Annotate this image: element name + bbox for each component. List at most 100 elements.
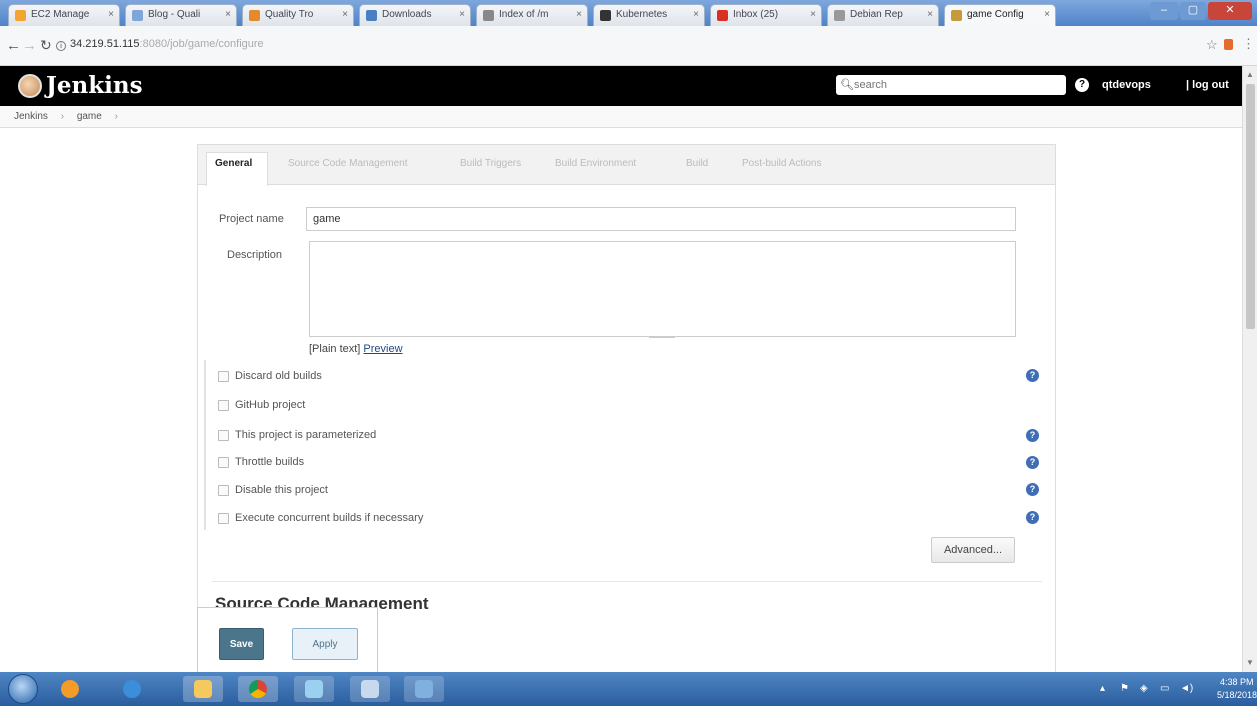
breadcrumb: Jenkins › game › bbox=[0, 106, 1257, 128]
minimize-button[interactable]: ‒ bbox=[1150, 2, 1178, 20]
url-host: 34.219.51.115 bbox=[70, 38, 140, 50]
browser-tab[interactable]: Downloads × bbox=[359, 4, 471, 26]
config-panel: General Source Code Management Build Tri… bbox=[197, 144, 1056, 672]
tab-close-icon[interactable]: × bbox=[576, 9, 582, 20]
help-icon[interactable]: ? bbox=[1075, 78, 1089, 92]
forward-icon[interactable]: → bbox=[22, 37, 37, 54]
search-input[interactable] bbox=[854, 77, 1059, 93]
description-textarea[interactable] bbox=[309, 241, 1016, 337]
discard-old-builds-checkbox[interactable] bbox=[218, 371, 229, 382]
throttle-builds-label: Throttle builds bbox=[235, 456, 305, 468]
browser-tab[interactable]: Kubernetes × bbox=[593, 4, 705, 26]
kebab-menu-icon[interactable]: ⋮ bbox=[1242, 36, 1255, 52]
tab-label: Debian Rep bbox=[850, 9, 903, 20]
browser-tab[interactable]: Quality Tro × bbox=[242, 4, 354, 26]
tab-build[interactable]: Build bbox=[686, 158, 708, 169]
github-project-checkbox[interactable] bbox=[218, 400, 229, 411]
tray-flag-icon[interactable]: ⚑ bbox=[1120, 683, 1129, 694]
tab-build-triggers[interactable]: Build Triggers bbox=[460, 158, 521, 169]
scroll-thumb[interactable] bbox=[1246, 84, 1255, 329]
tab-close-icon[interactable]: × bbox=[225, 9, 231, 20]
tray-volume-icon[interactable]: ◄) bbox=[1180, 683, 1193, 694]
breadcrumb-sep-icon: › bbox=[114, 111, 118, 122]
paint-icon[interactable] bbox=[294, 676, 334, 702]
parameterized-help-icon[interactable]: ? bbox=[1026, 429, 1039, 442]
page-scrollbar[interactable]: ▲ ▼ bbox=[1242, 66, 1257, 672]
tray-arrow-icon[interactable]: ▴ bbox=[1100, 683, 1105, 694]
options-border bbox=[204, 360, 206, 530]
tab-close-icon[interactable]: × bbox=[927, 9, 933, 20]
concurrent-builds-help-icon[interactable]: ? bbox=[1026, 511, 1039, 524]
parameterized-checkbox[interactable] bbox=[218, 430, 229, 441]
tab-close-icon[interactable]: × bbox=[810, 9, 816, 20]
search-box: 🔍︎ bbox=[836, 75, 1066, 95]
tray-security-icon[interactable]: ◈ bbox=[1140, 683, 1148, 694]
tab-close-icon[interactable]: × bbox=[342, 9, 348, 20]
tab-label: Index of /m bbox=[499, 9, 549, 20]
back-icon[interactable]: ← bbox=[6, 37, 21, 54]
tab-build-environment[interactable]: Build Environment bbox=[555, 158, 636, 169]
browser-tab[interactable]: Blog - Quali × bbox=[125, 4, 237, 26]
internet-explorer-icon[interactable] bbox=[112, 676, 152, 702]
tab-close-icon[interactable]: × bbox=[459, 9, 465, 20]
tab-post-build-actions[interactable]: Post-build Actions bbox=[742, 158, 822, 169]
maximize-button[interactable]: ▢ bbox=[1180, 2, 1206, 20]
browser-tab[interactable]: Inbox (25) × bbox=[710, 4, 822, 26]
jenkins-header: Jenkins 🔍︎ ? qtdevops | log out bbox=[0, 66, 1257, 106]
user-link[interactable]: qtdevops bbox=[1102, 79, 1151, 91]
advanced-button[interactable]: Advanced... bbox=[931, 537, 1015, 563]
apply-button[interactable]: Apply bbox=[292, 628, 358, 660]
save-button[interactable]: Save bbox=[219, 628, 264, 660]
scroll-up-icon[interactable]: ▲ bbox=[1246, 70, 1254, 79]
tab-source-code-management[interactable]: Source Code Management bbox=[288, 158, 408, 169]
breadcrumb-game[interactable]: game bbox=[77, 111, 102, 122]
format-row: [Plain text] Preview bbox=[309, 343, 403, 355]
browser-tab[interactable]: Debian Rep × bbox=[827, 4, 939, 26]
browser-tab[interactable]: game Config × bbox=[944, 4, 1056, 26]
tab-label: Inbox (25) bbox=[733, 9, 779, 20]
chrome-icon[interactable] bbox=[238, 676, 278, 702]
close-window-button[interactable]: ✕ bbox=[1208, 2, 1252, 20]
disable-project-help-icon[interactable]: ? bbox=[1026, 483, 1039, 496]
tab-close-icon[interactable]: × bbox=[1044, 9, 1050, 20]
tab-label: Blog - Quali bbox=[148, 9, 201, 20]
jenkins-logo-icon[interactable] bbox=[18, 74, 42, 98]
extension-icon[interactable] bbox=[1224, 39, 1233, 50]
tab-favicon-icon bbox=[834, 10, 845, 21]
tab-close-icon[interactable]: × bbox=[108, 9, 114, 20]
scroll-down-icon[interactable]: ▼ bbox=[1246, 658, 1254, 667]
browser-tab[interactable]: Index of /m × bbox=[476, 4, 588, 26]
tab-close-icon[interactable]: × bbox=[693, 9, 699, 20]
browser-tab[interactable]: EC2 Manage × bbox=[8, 4, 120, 26]
start-button-icon[interactable] bbox=[8, 674, 38, 704]
disable-project-checkbox[interactable] bbox=[218, 485, 229, 496]
bottom-button-bar: Save Apply bbox=[197, 607, 378, 672]
media-player-icon[interactable] bbox=[50, 676, 90, 702]
clock-date[interactable]: 5/18/2018 bbox=[1217, 690, 1257, 700]
url-field[interactable]: i 34.219.51.115:8080/job/game/configure bbox=[56, 33, 1196, 57]
star-icon[interactable]: ☆ bbox=[1206, 37, 1218, 53]
textarea-resize-handle[interactable] bbox=[649, 336, 675, 338]
clock-time[interactable]: 4:38 PM bbox=[1220, 677, 1254, 687]
concurrent-builds-checkbox[interactable] bbox=[218, 513, 229, 524]
parameterized-label: This project is parameterized bbox=[235, 429, 377, 441]
project-name-input[interactable] bbox=[306, 207, 1016, 231]
throttle-builds-checkbox[interactable] bbox=[218, 457, 229, 468]
breadcrumb-jenkins[interactable]: Jenkins bbox=[14, 111, 48, 122]
tab-label: Downloads bbox=[382, 9, 432, 20]
info-icon[interactable]: i bbox=[56, 41, 66, 51]
notepad-icon[interactable] bbox=[404, 676, 444, 702]
tab-label: Kubernetes bbox=[616, 9, 668, 20]
throttle-builds-help-icon[interactable]: ? bbox=[1026, 456, 1039, 469]
tab-general[interactable]: General bbox=[215, 158, 252, 169]
tray-network-icon[interactable]: ▭ bbox=[1160, 683, 1169, 694]
tab-favicon-icon bbox=[600, 10, 611, 21]
project-name-label: Project name bbox=[219, 213, 284, 225]
discard-old-builds-help-icon[interactable]: ? bbox=[1026, 369, 1039, 382]
preview-link[interactable]: Preview bbox=[363, 343, 402, 355]
reload-icon[interactable]: ↻ bbox=[40, 37, 52, 54]
remote-desktop-icon[interactable] bbox=[350, 676, 390, 702]
jenkins-title[interactable]: Jenkins bbox=[46, 72, 143, 99]
file-explorer-icon[interactable] bbox=[183, 676, 223, 702]
logout-link[interactable]: | log out bbox=[1186, 79, 1229, 91]
